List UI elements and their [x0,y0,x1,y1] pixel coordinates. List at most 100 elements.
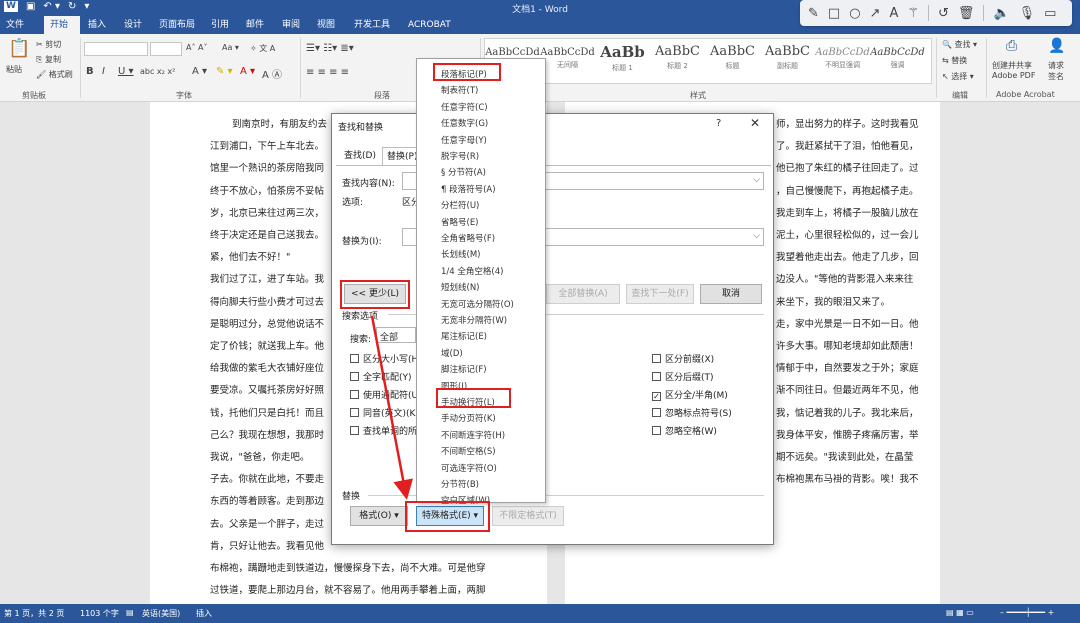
special-menu-item[interactable]: 不间断空格(S) [441,445,496,457]
word-count[interactable]: 1103 个字 [80,608,119,619]
tab-developer[interactable]: 开发工具 [348,16,396,34]
view-buttons[interactable]: ▤ ▦ ▭ [946,608,974,617]
cancel-button[interactable]: 取消 [700,284,762,304]
tab-review[interactable]: 审阅 [276,16,306,34]
checkbox-icon[interactable] [350,372,359,381]
special-menu-item[interactable]: § 分节符(A) [441,166,486,178]
tab-design[interactable]: 设计 [118,16,148,34]
cut-button[interactable]: ✂ 剪切 [36,39,61,50]
tab-file[interactable]: 文件 [0,16,38,34]
style-item-no-spacing[interactable]: AaBbCcDd 无间隔 [540,39,595,85]
special-menu-item[interactable]: 长划线(M) [441,248,480,260]
delete-icon[interactable]: 🗑 [958,6,975,21]
format-painter-button[interactable]: 🖌 格式刷 [36,69,73,80]
zoom-slider[interactable]: – ━━━━┿━━━ + [1000,608,1054,617]
microphone-icon[interactable]: 🎙 [1019,6,1036,21]
find-button[interactable]: 🔍 查找 ▾ [942,39,977,50]
special-menu-item[interactable]: 任意数字(G) [441,117,488,129]
checkbox-option[interactable]: 忽略标点符号(S) [652,406,732,419]
tab-find[interactable]: 查找(D) [340,147,380,165]
checkbox-option[interactable]: 忽略空格(W) [652,424,717,437]
bold-icon[interactable]: B [86,66,94,77]
replace-button[interactable]: ⇆ 替换 [942,55,967,66]
text-effects-icon[interactable]: A ▾ [192,66,207,77]
help-icon[interactable]: ? [716,118,721,129]
adobe-pdf-label[interactable]: Adobe PDF [992,71,1035,80]
chevron-down-icon[interactable]: ⌵ [753,175,760,185]
proofing-icon[interactable]: ▤ [126,608,134,617]
no-format-button[interactable]: 不限定格式(T) [492,506,564,526]
special-menu-item[interactable]: 分栏符(U) [441,199,479,211]
special-menu-item[interactable]: 全角省略号(F) [441,232,495,244]
replace-all-button[interactable]: 全部替换(A) [546,284,620,304]
circle-icon[interactable]: ○ [849,6,860,21]
create-pdf-icon[interactable]: ⎙ [1006,38,1017,54]
strikethrough-icon[interactable]: abc x₂ x² [140,67,175,76]
tab-view[interactable]: 视图 [311,16,341,34]
select-button[interactable]: ↖ 选择 ▾ [942,71,974,82]
special-menu-item[interactable]: 脚注标记(F) [441,363,487,375]
special-menu-item[interactable]: 无宽可选分隔符(O) [441,298,514,310]
checkbox-option[interactable]: 区分大小写(H) [350,352,422,365]
camera-icon[interactable]: ▭ [1044,6,1056,21]
checkbox-icon[interactable] [350,408,359,417]
tab-references[interactable]: 引用 [205,16,235,34]
special-menu-item[interactable]: 尾注标记(E) [441,330,487,342]
format-button[interactable]: 格式(O) ▾ [350,506,408,526]
highlight-icon[interactable]: ✎ ▾ [216,66,233,77]
checkbox-icon[interactable] [652,354,661,363]
magic-wand-icon[interactable]: ⚚ [907,6,919,21]
rectangle-icon[interactable]: □ [828,6,840,21]
text-icon[interactable]: A [889,6,898,21]
font-size-select[interactable] [150,42,182,56]
pen-icon[interactable]: ✎ [808,6,819,21]
paste-button[interactable]: 粘贴 [6,64,22,75]
undo-annotation-icon[interactable]: ↺ [938,6,949,21]
special-menu-item[interactable]: 1/4 全角空格(4) [441,265,503,277]
checkbox-option[interactable]: 同音(英文)(K) [350,406,419,419]
special-menu-item[interactable]: 分节符(B) [441,478,479,490]
special-menu-item[interactable]: 省略号(E) [441,216,479,228]
checkbox-icon[interactable] [350,426,359,435]
special-menu-item[interactable]: 任意字符(C) [441,101,488,113]
checkbox-option[interactable]: ✓ 区分全/半角(M) [652,388,728,401]
italic-icon[interactable]: I [102,66,105,77]
grow-font-icon[interactable]: A˄ A˅ [186,43,208,52]
char-shading-icon[interactable]: A Ⓐ [262,66,282,81]
checkbox-icon[interactable] [350,354,359,363]
style-item-heading1[interactable]: AaBb 标题 1 [595,39,650,85]
checkbox-icon[interactable] [652,408,661,417]
checkbox-icon[interactable] [350,390,359,399]
special-menu-item[interactable]: 制表符(T) [441,84,478,96]
tab-home[interactable]: 开始 [44,16,80,34]
tab-insert[interactable]: 插入 [82,16,112,34]
request-label[interactable]: 请求 [1048,60,1064,71]
clear-format-icon[interactable]: ✧ 文 A [250,43,275,54]
font-color-icon[interactable]: A ▾ [240,66,255,77]
paste-icon[interactable]: 📋 [8,38,30,59]
style-item-subtitle[interactable]: AaBbC 副标题 [760,39,815,85]
style-item-title[interactable]: AaBbC 标题 [705,39,760,85]
checkbox-option[interactable]: 区分后缀(T) [652,370,714,383]
special-menu-item[interactable]: 不间断连字符(H) [441,429,505,441]
style-item-emphasis[interactable]: AaBbCcDd 强调 [870,39,925,85]
underline-icon[interactable]: U ▾ [118,66,134,77]
special-menu-item[interactable]: 无宽非分隔符(W) [441,314,507,326]
search-direction-select[interactable]: 全部 [376,327,416,343]
font-family-select[interactable] [84,42,148,56]
checkbox-icon[interactable] [652,372,661,381]
special-menu-item[interactable]: ¶ 段落符号(A) [441,183,496,195]
style-item-subtle-emphasis[interactable]: AaBbCcDd 不明显强调 [815,39,870,85]
arrow-icon[interactable]: ↗ [870,6,881,21]
bullets-icon[interactable]: ☰▾ ☷▾ ≣▾ [306,43,354,54]
special-menu-item[interactable]: 可选连字符(O) [441,462,497,474]
checkbox-option[interactable]: 区分前缀(X) [652,352,714,365]
tab-mailings[interactable]: 邮件 [240,16,270,34]
checkbox-option[interactable]: 使用通配符(U) [350,388,422,401]
checkbox-icon[interactable] [652,426,661,435]
find-next-button[interactable]: 查找下一处(F) [626,284,694,304]
special-menu-item[interactable]: 短划线(N) [441,281,480,293]
special-menu-item[interactable]: 任意字母(Y) [441,134,487,146]
create-share-label[interactable]: 创建并共享 [992,60,1032,71]
tab-layout[interactable]: 页面布局 [153,16,201,34]
